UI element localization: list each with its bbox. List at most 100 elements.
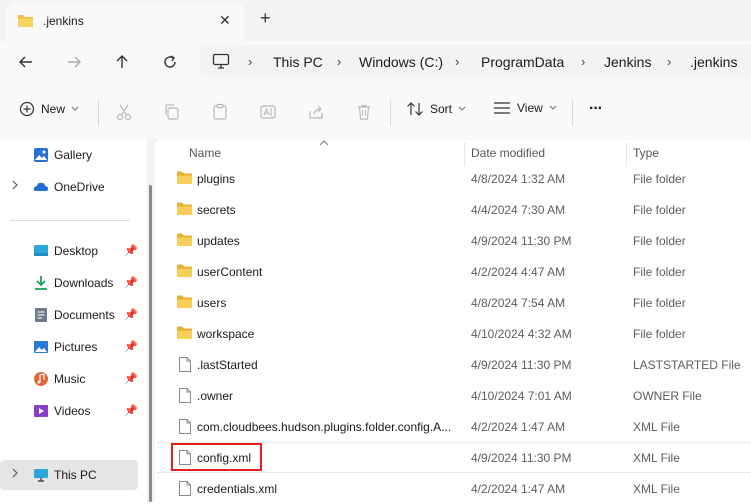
address-bar[interactable]: › This PC › Windows (C:) › ProgramData ›… <box>200 45 751 77</box>
breadcrumb-separator: › <box>667 54 672 69</box>
desktop-icon <box>34 245 48 256</box>
sidebar-item-this-pc[interactable]: This PC <box>0 460 138 490</box>
sidebar-item-label: Music <box>54 372 86 386</box>
file-name: .lastStarted <box>197 358 258 372</box>
new-button[interactable]: New <box>19 101 79 117</box>
new-tab-button[interactable]: + <box>260 8 271 29</box>
file-type: File folder <box>633 296 686 310</box>
column-header-name[interactable]: Name <box>189 146 221 160</box>
pin-icon[interactable]: 📌 <box>124 244 138 257</box>
breadcrumb-windows-c[interactable]: Windows (C:) <box>359 54 443 70</box>
refresh-button[interactable] <box>159 51 181 73</box>
file-date-modified: 4/9/2024 11:30 PM <box>471 234 572 248</box>
chevron-right-icon[interactable] <box>11 180 19 190</box>
sidebar-item-gallery[interactable]: Gallery <box>0 140 138 170</box>
breadcrumb-dot-jenkins[interactable]: .jenkins <box>690 54 737 70</box>
copy-icon[interactable] <box>163 103 181 121</box>
file-row[interactable]: .lastStarted 4/9/2024 11:30 PM LASTSTARTED… <box>157 349 751 380</box>
pin-icon[interactable]: 📌 <box>124 340 138 353</box>
view-button[interactable]: View <box>493 101 557 115</box>
file-date-modified: 4/4/2024 7:30 AM <box>471 203 566 217</box>
folder-row[interactable]: secrets 4/4/2024 7:30 AM File folder <box>157 194 751 225</box>
share-icon[interactable] <box>307 103 325 121</box>
sort-button[interactable]: Sort <box>406 101 466 117</box>
folder-icon-wrap <box>176 170 193 188</box>
file-type: File folder <box>633 265 686 279</box>
chevron-down-icon <box>71 106 79 111</box>
sidebar-item-onedrive[interactable]: OneDrive <box>0 172 138 202</box>
delete-icon[interactable] <box>355 103 373 121</box>
chevron-down-icon <box>549 105 557 110</box>
navigation-pane: Gallery OneDrive Desktop 📌 Downloads 📌 D… <box>0 140 147 502</box>
file-row[interactable]: com.cloudbees.hudson.plugins.folder.conf… <box>157 411 751 442</box>
folder-row[interactable]: updates 4/9/2024 11:30 PM File folder <box>157 225 751 256</box>
up-button[interactable] <box>111 51 133 73</box>
folder-row[interactable]: users 4/8/2024 7:54 AM File folder <box>157 287 751 318</box>
file-type: File folder <box>633 327 686 341</box>
file-row[interactable]: credentials.xml 4/2/2024 1:47 AM XML File <box>157 473 751 504</box>
title-bar: .jenkins ✕ + <box>0 0 751 41</box>
file-icon-wrap <box>178 387 192 407</box>
rename-icon[interactable] <box>259 103 277 121</box>
pin-icon[interactable]: 📌 <box>124 404 138 417</box>
paste-icon[interactable] <box>211 103 229 121</box>
sidebar-item-pictures[interactable]: Pictures 📌 <box>0 332 138 362</box>
command-bar: New Sort View ··· <box>0 84 751 141</box>
sidebar-item-documents[interactable]: Documents 📌 <box>0 300 138 330</box>
file-icon-wrap <box>178 418 192 438</box>
onedrive-icon <box>33 182 48 191</box>
file-name: userContent <box>197 265 263 279</box>
arrow-right-icon <box>68 56 81 68</box>
folder-icon <box>177 326 192 339</box>
chevron-right-icon[interactable] <box>11 468 19 478</box>
file-name: com.cloudbees.hudson.plugins.folder.conf… <box>197 420 452 434</box>
folder-row[interactable]: plugins 4/8/2024 1:32 AM File folder <box>157 163 751 194</box>
cut-icon[interactable] <box>115 103 133 121</box>
file-name: updates <box>197 234 240 248</box>
sidebar-item-label: This PC <box>54 468 97 482</box>
close-tab-icon[interactable]: ✕ <box>219 12 231 29</box>
file-type: File folder <box>633 203 686 217</box>
pin-icon[interactable]: 📌 <box>124 372 138 385</box>
sidebar-scrollbar-thumb[interactable] <box>149 185 152 502</box>
sidebar-item-desktop[interactable]: Desktop 📌 <box>0 236 138 266</box>
view-lines-icon <box>494 102 510 114</box>
folder-icon <box>177 295 192 308</box>
breadcrumb-programdata[interactable]: ProgramData <box>481 54 564 70</box>
sidebar-scrollbar[interactable] <box>147 140 155 502</box>
file-date-modified: 4/2/2024 1:47 AM <box>471 482 566 496</box>
file-date-modified: 4/10/2024 7:01 AM <box>471 389 572 403</box>
toolbar-divider <box>98 100 99 126</box>
file-row[interactable]: .owner 4/10/2024 7:01 AM OWNER File <box>157 380 751 411</box>
sidebar-item-music[interactable]: Music 📌 <box>0 364 138 394</box>
column-header-date-modified[interactable]: Date modified <box>471 146 545 160</box>
breadcrumb-this-pc[interactable]: This PC <box>273 54 323 70</box>
tab-jenkins[interactable]: .jenkins ✕ <box>7 3 244 41</box>
sort-ascending-icon <box>319 140 329 146</box>
sidebar-item-downloads[interactable]: Downloads 📌 <box>0 268 138 298</box>
sidebar-item-label: OneDrive <box>54 180 105 194</box>
folder-row[interactable]: workspace 4/10/2024 4:32 AM File folder <box>157 318 751 349</box>
this-pc-icon <box>34 469 48 482</box>
pin-icon[interactable]: 📌 <box>124 308 138 321</box>
arrow-left-icon <box>19 56 32 68</box>
file-list: Name Date modified Type plugins 4/8/2024 … <box>157 140 751 502</box>
sidebar-item-videos[interactable]: Videos 📌 <box>0 396 138 426</box>
breadcrumb-separator: › <box>455 54 460 69</box>
file-type: File folder <box>633 234 686 248</box>
forward-button[interactable] <box>63 51 85 73</box>
back-button[interactable] <box>15 51 37 73</box>
file-row[interactable]: config.xml 4/9/2024 11:30 PM XML File <box>157 442 751 473</box>
file-date-modified: 4/10/2024 4:32 AM <box>471 327 572 341</box>
folder-icon-wrap <box>176 294 193 312</box>
sidebar-item-label: Videos <box>54 404 91 418</box>
file-date-modified: 4/9/2024 11:30 PM <box>471 358 572 372</box>
more-options-button[interactable]: ··· <box>589 100 603 118</box>
breadcrumb-jenkins[interactable]: Jenkins <box>604 54 651 70</box>
file-type: XML File <box>633 420 680 434</box>
sort-icon <box>407 102 423 116</box>
breadcrumb-separator: › <box>581 54 586 69</box>
column-header-type[interactable]: Type <box>633 146 659 160</box>
folder-row[interactable]: userContent 4/2/2024 4:47 AM File folder <box>157 256 751 287</box>
pin-icon[interactable]: 📌 <box>124 276 138 289</box>
